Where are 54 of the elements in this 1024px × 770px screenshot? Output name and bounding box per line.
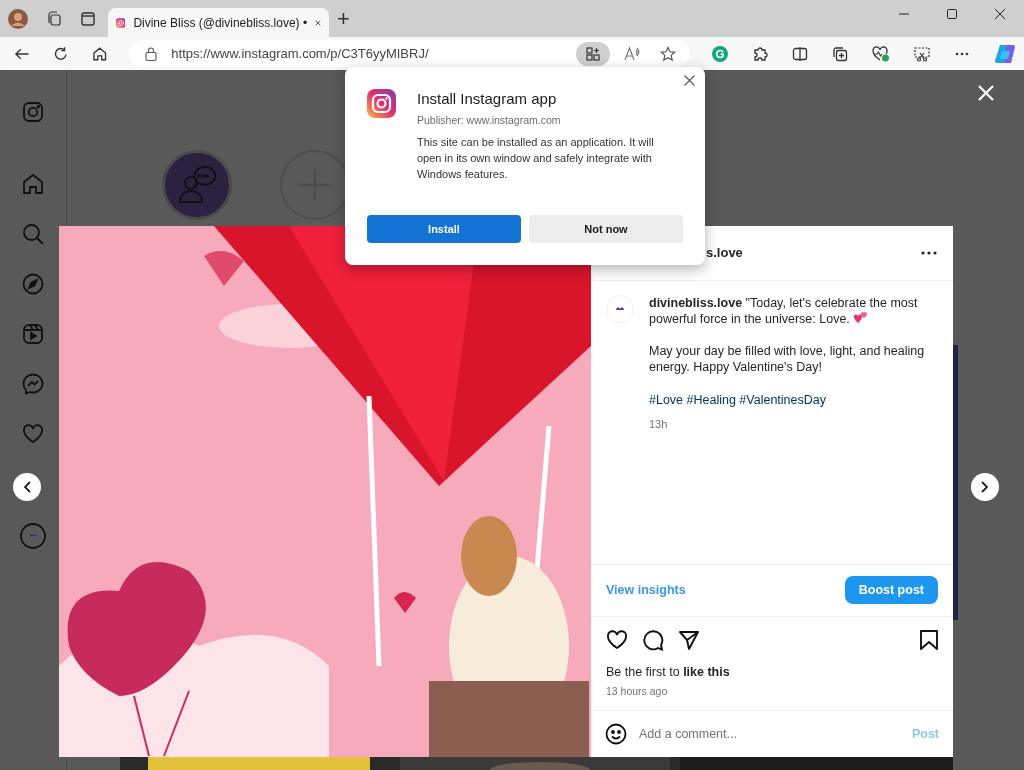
address-bar[interactable]: https://www.instagram.com/p/C3T6yyMIBRJ/ [129, 40, 690, 67]
read-aloud-icon[interactable] [624, 45, 640, 62]
search-icon[interactable] [22, 223, 44, 245]
caption-text: May your day be filled with love, light, and healing energy. Happy Valentine's Day! [649, 343, 926, 375]
messenger-icon[interactable] [22, 373, 44, 395]
apps-icon [586, 46, 600, 61]
profile-icon[interactable] [20, 523, 46, 549]
likes-text: Be the first to like this [605, 663, 731, 681]
post-age: 13h [649, 416, 669, 432]
extensions-icon[interactable] [752, 45, 768, 62]
url-text: https://www.instagram.com/p/C3T6yyMIBRJ/ [171, 44, 430, 63]
hashtags[interactable]: #Love #Healing #ValentinesDay [649, 391, 949, 410]
lock-icon [145, 46, 158, 61]
collections-icon[interactable] [832, 45, 848, 62]
hearts-icon [853, 311, 868, 323]
account-avatar[interactable] [606, 295, 634, 323]
chevron-right-icon [981, 481, 989, 493]
account-name[interactable]: s.love [706, 243, 921, 263]
copilot-icon[interactable] [994, 42, 1016, 65]
chevron-left-icon [23, 481, 31, 493]
home-icon[interactable] [91, 45, 108, 62]
profile-avatar-icon[interactable] [8, 8, 28, 29]
app-available-button[interactable] [576, 41, 610, 66]
new-tab-button[interactable]: + [333, 7, 354, 30]
dialog-title: Install Instagram app [417, 89, 558, 109]
instagram-icon[interactable] [22, 101, 44, 123]
comment-icon[interactable] [642, 628, 664, 651]
screenshot-icon[interactable] [914, 45, 930, 62]
refresh-icon[interactable] [53, 45, 69, 62]
instagram-logo-icon [367, 89, 396, 118]
share-icon[interactable] [678, 628, 700, 651]
post-time: 13 hours ago [605, 684, 669, 700]
health-heart-icon[interactable] [872, 45, 890, 62]
grammarly-icon[interactable] [712, 45, 728, 62]
close-icon[interactable] [995, 9, 1005, 19]
caption-text: divinebliss.love "Today, let's celebrate the most powerful force in the universe: Love. [649, 295, 919, 327]
browser-tab[interactable]: Divine Bliss (@divinebliss.love) • [108, 8, 329, 37]
dismiss-button[interactable]: Not now [529, 215, 683, 243]
compass-icon[interactable] [22, 273, 44, 295]
bookmark-icon[interactable] [919, 628, 939, 651]
tab-title: Divine Bliss (@divinebliss.love) • [133, 14, 308, 32]
emoji-icon[interactable] [605, 723, 627, 745]
video-icon[interactable] [22, 323, 44, 345]
tab-actions-icon[interactable] [80, 10, 96, 27]
favorite-star-icon[interactable] [660, 45, 676, 62]
workspaces-icon[interactable] [46, 10, 62, 27]
dialog-message: This site can be installed as an application. It will open in its own window and safely integrate with Windows features. [417, 134, 655, 182]
publisher-text: Publisher: www.instagram.com [417, 113, 562, 128]
split-screen-icon[interactable] [792, 45, 808, 62]
comment-field[interactable]: Add a comment... [639, 724, 912, 744]
more-icon[interactable] [921, 251, 937, 255]
heart-icon[interactable] [606, 628, 628, 651]
maximize-icon[interactable] [947, 9, 957, 19]
close-icon[interactable] [684, 75, 695, 86]
